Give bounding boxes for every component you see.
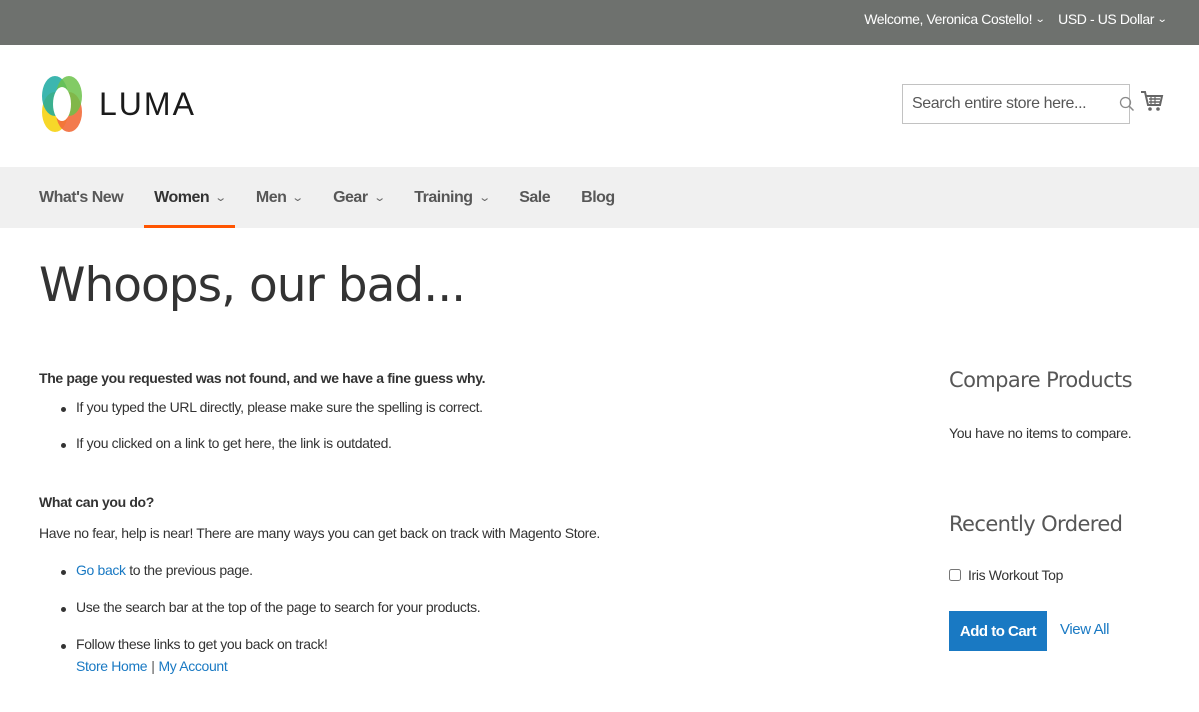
chevron-down-icon: ⌄ <box>1034 13 1046 25</box>
actions-list: Go back to the previous page. Use the se… <box>39 562 739 674</box>
my-account-link[interactable]: My Account <box>159 658 228 674</box>
logo-text: LUMA <box>99 85 196 122</box>
luma-logo[interactable]: LUMA <box>39 72 196 136</box>
customer-welcome-dropdown[interactable]: Welcome, Veronica Costello! ⌄ <box>864 10 1046 27</box>
nav-label: What's New <box>39 188 124 206</box>
add-to-cart-button[interactable]: Add to Cart <box>949 611 1047 651</box>
nav-label: Training <box>414 188 473 206</box>
store-home-link[interactable]: Store Home <box>76 658 148 674</box>
main-navigation: What's New Women ⌄ Men ⌄ Gear ⌄ Training ⌄ S… <box>0 167 1199 228</box>
follow-text: Follow these links to get you back on tr… <box>76 636 328 652</box>
list-item: If you typed the URL directly, please ma… <box>61 399 739 435</box>
nav-item-whats-new[interactable]: What's New <box>39 167 124 228</box>
nav-item-men[interactable]: Men ⌄ <box>255 167 305 228</box>
helpful-links: Store Home | My Account <box>76 658 739 674</box>
help-text: Have no fear, help is near! There are ma… <box>39 525 600 541</box>
search-icon[interactable] <box>1119 85 1135 123</box>
reasons-list: If you typed the URL directly, please ma… <box>39 399 739 451</box>
nav-label: Blog <box>581 188 615 206</box>
compare-products-title: Compare Products <box>949 368 1133 392</box>
nav-label: Gear <box>333 188 368 206</box>
nav-label: Men <box>255 188 287 206</box>
recently-ordered-title: Recently Ordered <box>949 512 1123 536</box>
list-item: Use the search bar at the top of the pag… <box>61 599 739 636</box>
nav-item-training[interactable]: Training ⌄ <box>414 167 491 228</box>
cart-icon[interactable] <box>1140 88 1164 116</box>
search-box <box>902 84 1135 124</box>
compare-empty-text: You have no items to compare. <box>949 425 1132 441</box>
go-back-link[interactable]: Go back <box>76 562 126 578</box>
nav-item-blog[interactable]: Blog <box>581 167 615 228</box>
nav-item-sale[interactable]: Sale <box>519 167 550 228</box>
not-found-heading: The page you requested was not found, an… <box>39 370 486 386</box>
recent-item-name: Iris Workout Top <box>968 567 1064 583</box>
nav-item-women[interactable]: Women ⌄ <box>144 167 235 228</box>
nav-item-gear[interactable]: Gear ⌄ <box>333 167 386 228</box>
top-links: Welcome, Veronica Costello! ⌄ USD - US D… <box>864 0 1168 37</box>
view-all-link[interactable]: View All <box>1060 621 1109 638</box>
what-can-you-do-heading: What can you do? <box>39 494 154 510</box>
chevron-down-icon: ⌄ <box>372 192 386 204</box>
list-item: Go back to the previous page. <box>61 562 739 599</box>
chevron-down-icon: ⌄ <box>291 192 305 204</box>
chevron-down-icon: ⌄ <box>477 192 491 204</box>
currency-label: USD - US Dollar <box>1058 10 1155 27</box>
nav-label: Women <box>154 188 210 206</box>
nav-label: Sale <box>519 188 551 206</box>
go-back-text: to the previous page. <box>125 562 253 578</box>
list-item: Follow these links to get you back on tr… <box>61 636 739 674</box>
luma-logo-icon <box>42 76 82 132</box>
recent-item-checkbox[interactable] <box>949 569 961 581</box>
page-title: Whoops, our bad... <box>39 258 466 313</box>
chevron-down-icon: ⌄ <box>1156 13 1168 25</box>
top-panel: Welcome, Veronica Costello! ⌄ USD - US D… <box>0 0 1199 45</box>
search-input[interactable] <box>903 85 1119 123</box>
recent-item-row: Iris Workout Top <box>949 567 1063 583</box>
link-separator: | <box>151 658 155 674</box>
welcome-text: Welcome, Veronica Costello! <box>864 10 1033 27</box>
list-item: If you clicked on a link to get here, th… <box>61 435 739 451</box>
chevron-down-icon: ⌄ <box>214 192 227 204</box>
currency-switcher[interactable]: USD - US Dollar ⌄ <box>1058 10 1168 27</box>
